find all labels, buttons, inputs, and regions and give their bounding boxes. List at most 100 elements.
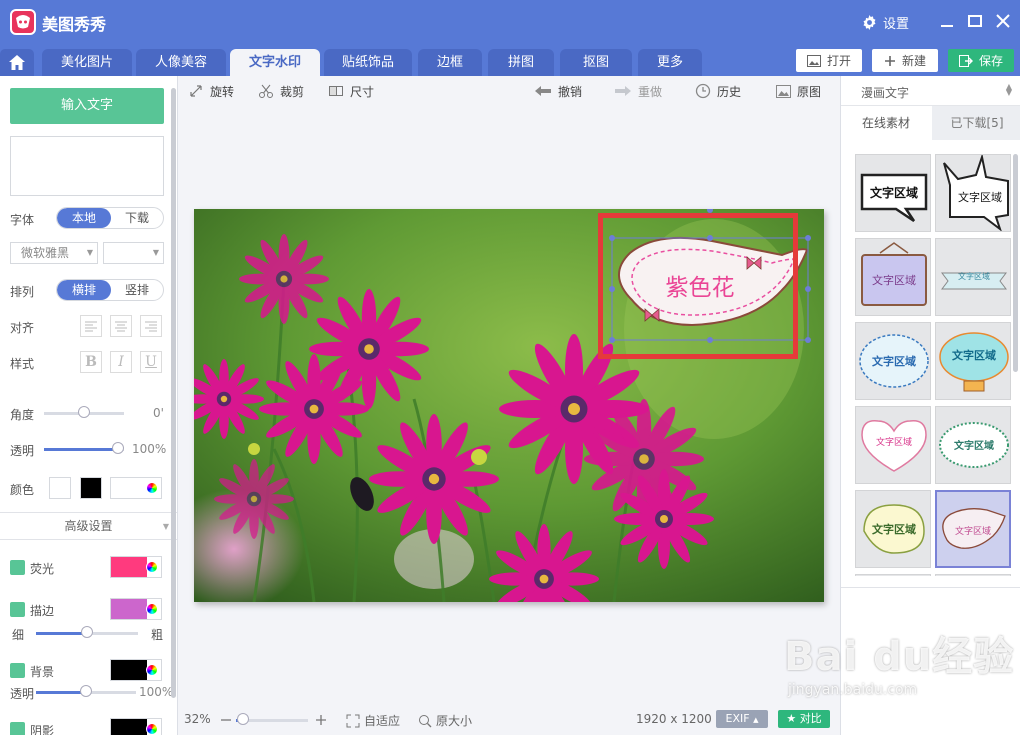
shadow-color-picker[interactable] [110,718,162,735]
sticker-item[interactable]: 文字区域 [935,154,1011,232]
tab-downloaded[interactable]: 已下载[5] [932,106,1020,140]
stroke-width-slider-knob[interactable] [81,626,93,638]
history-button[interactable]: 历史 [695,82,741,100]
sticker-item[interactable]: 文字区域 [935,238,1011,316]
tab-frames[interactable]: 边框 [418,49,482,76]
font-source-download[interactable]: 下载 [111,208,163,228]
undo-button[interactable]: 撤销 [534,82,582,100]
redo-button[interactable]: 重做 [614,82,662,100]
tab-home[interactable] [0,49,34,76]
bg-opacity-slider-knob[interactable] [80,685,92,697]
sticker-material-panel: 漫画文字 ▲ ▼ 在线素材 已下载[5] 文字区域 文字区域 文字区域 文字区域 … [840,76,1020,735]
glow-checkbox[interactable] [10,560,25,575]
shadow-checkbox[interactable] [10,722,25,735]
exif-button[interactable]: EXIF ▲ [716,710,768,728]
text-sticker-selection[interactable] [598,213,798,359]
chevron-down-icon: ▼ [162,522,169,531]
underline-button[interactable]: U [140,351,162,373]
maximize-button[interactable] [964,10,986,32]
sticker-item[interactable] [935,574,1011,576]
angle-value: 0' [153,406,164,420]
fit-window-button[interactable]: 自适应 [346,712,400,729]
color-white-swatch[interactable] [49,477,71,499]
font-source-local[interactable]: 本地 [57,208,111,228]
sticker-item[interactable]: 文字区域 [855,154,931,232]
sticker-item[interactable]: 文字区域 [855,322,931,400]
stroke-color-picker[interactable] [110,598,162,620]
tab-bar: 美化图片 人像美容 文字水印 贴纸饰品 边框 拼图 抠图 更多 打开 新建 保存 [0,44,1020,76]
align-left-button[interactable] [80,315,102,337]
sticker-item[interactable] [855,574,931,576]
settings-button[interactable]: 设置 [862,12,909,32]
bold-button[interactable]: B [80,351,102,373]
minimize-button[interactable] [936,10,958,32]
history-label: 历史 [717,84,742,99]
actual-size-button[interactable]: 原大小 [418,712,472,729]
category-value: 漫画文字 [861,86,910,100]
tab-cutout[interactable]: 抠图 [560,49,632,76]
angle-slider-knob[interactable] [78,406,90,418]
align-right-button[interactable] [140,315,162,337]
image-icon [806,54,821,67]
sticker-item[interactable]: 文字区域 [855,238,931,316]
redo-label: 重做 [638,84,663,99]
glow-color-picker[interactable] [110,556,162,578]
original-image-button[interactable]: 原图 [776,82,821,100]
arrange-vertical[interactable]: 竖排 [111,280,163,300]
background-color-picker[interactable] [110,659,162,681]
color-wheel-icon [146,664,158,676]
font-name-select[interactable]: 微软雅黑 ▼ [10,242,98,264]
font-size-select[interactable]: ▼ [103,242,164,264]
save-button[interactable]: 保存 [948,49,1014,72]
zoom-slider-knob[interactable] [237,713,250,725]
zoom-out-icon[interactable] [220,714,232,726]
close-button[interactable] [992,10,1014,32]
new-button[interactable]: 新建 [872,49,938,72]
open-label: 打开 [826,54,851,68]
bg-opacity-value: 100% [139,685,174,699]
chevron-down-icon: ▼ [152,248,159,257]
compare-button[interactable]: ★ 对比 [778,710,830,728]
color-label: 颜色 [10,483,35,497]
arrange-horizontal[interactable]: 横排 [57,280,111,300]
tab-text-watermark[interactable]: 文字水印 [230,49,320,76]
sticker-label: 文字区域 [954,439,994,452]
gear-icon [863,14,876,30]
rotate-button[interactable]: 旋转 [188,82,234,100]
text-color-picker[interactable] [110,477,162,499]
input-text-button[interactable]: 输入文字 [10,88,164,124]
italic-button[interactable]: I [110,351,132,373]
opacity-slider-knob[interactable] [112,442,124,454]
sticker-label: 文字区域 [958,271,990,281]
tab-stickers[interactable]: 贴纸饰品 [324,49,412,76]
tab-portrait[interactable]: 人像美容 [136,49,226,76]
zoom-in-icon[interactable] [315,714,327,726]
stroke-checkbox[interactable] [10,602,25,617]
sticker-item[interactable]: 文字区域 [935,406,1011,484]
category-select[interactable]: 漫画文字 ▲ ▼ [841,76,1020,106]
tab-more[interactable]: 更多 [638,49,702,76]
tab-online-materials[interactable]: 在线素材 [841,106,931,140]
sticker-item[interactable]: 文字区域 [855,490,931,568]
sticker-list-scrollbar[interactable] [1013,154,1018,372]
color-black-swatch[interactable] [80,477,102,499]
background-checkbox[interactable] [10,663,25,678]
sticker-item[interactable]: 文字区域 [935,322,1011,400]
open-button[interactable]: 打开 [796,49,862,72]
chevron-down-icon: ▼ [86,248,93,257]
crop-button[interactable]: 裁剪 [258,82,304,100]
left-panel-scrollbar[interactable] [171,88,176,698]
resize-button[interactable]: 尺寸 [328,82,374,100]
crop-label: 裁剪 [280,84,305,99]
updown-caret-icon: ▲ ▼ [1005,82,1012,97]
sticker-item-selected[interactable]: 文字区域 [935,490,1011,568]
tab-collage[interactable]: 拼图 [488,49,554,76]
advanced-settings-toggle[interactable]: 高级设置 ▼ [0,512,177,540]
text-content-input[interactable] [10,136,164,196]
sticker-label: 文字区域 [952,348,996,362]
tab-beautify[interactable]: 美化图片 [42,49,132,76]
opacity-label: 透明 [10,444,35,458]
save-label: 保存 [978,54,1003,68]
align-center-button[interactable] [110,315,132,337]
sticker-item[interactable]: 文字区域 [855,406,931,484]
